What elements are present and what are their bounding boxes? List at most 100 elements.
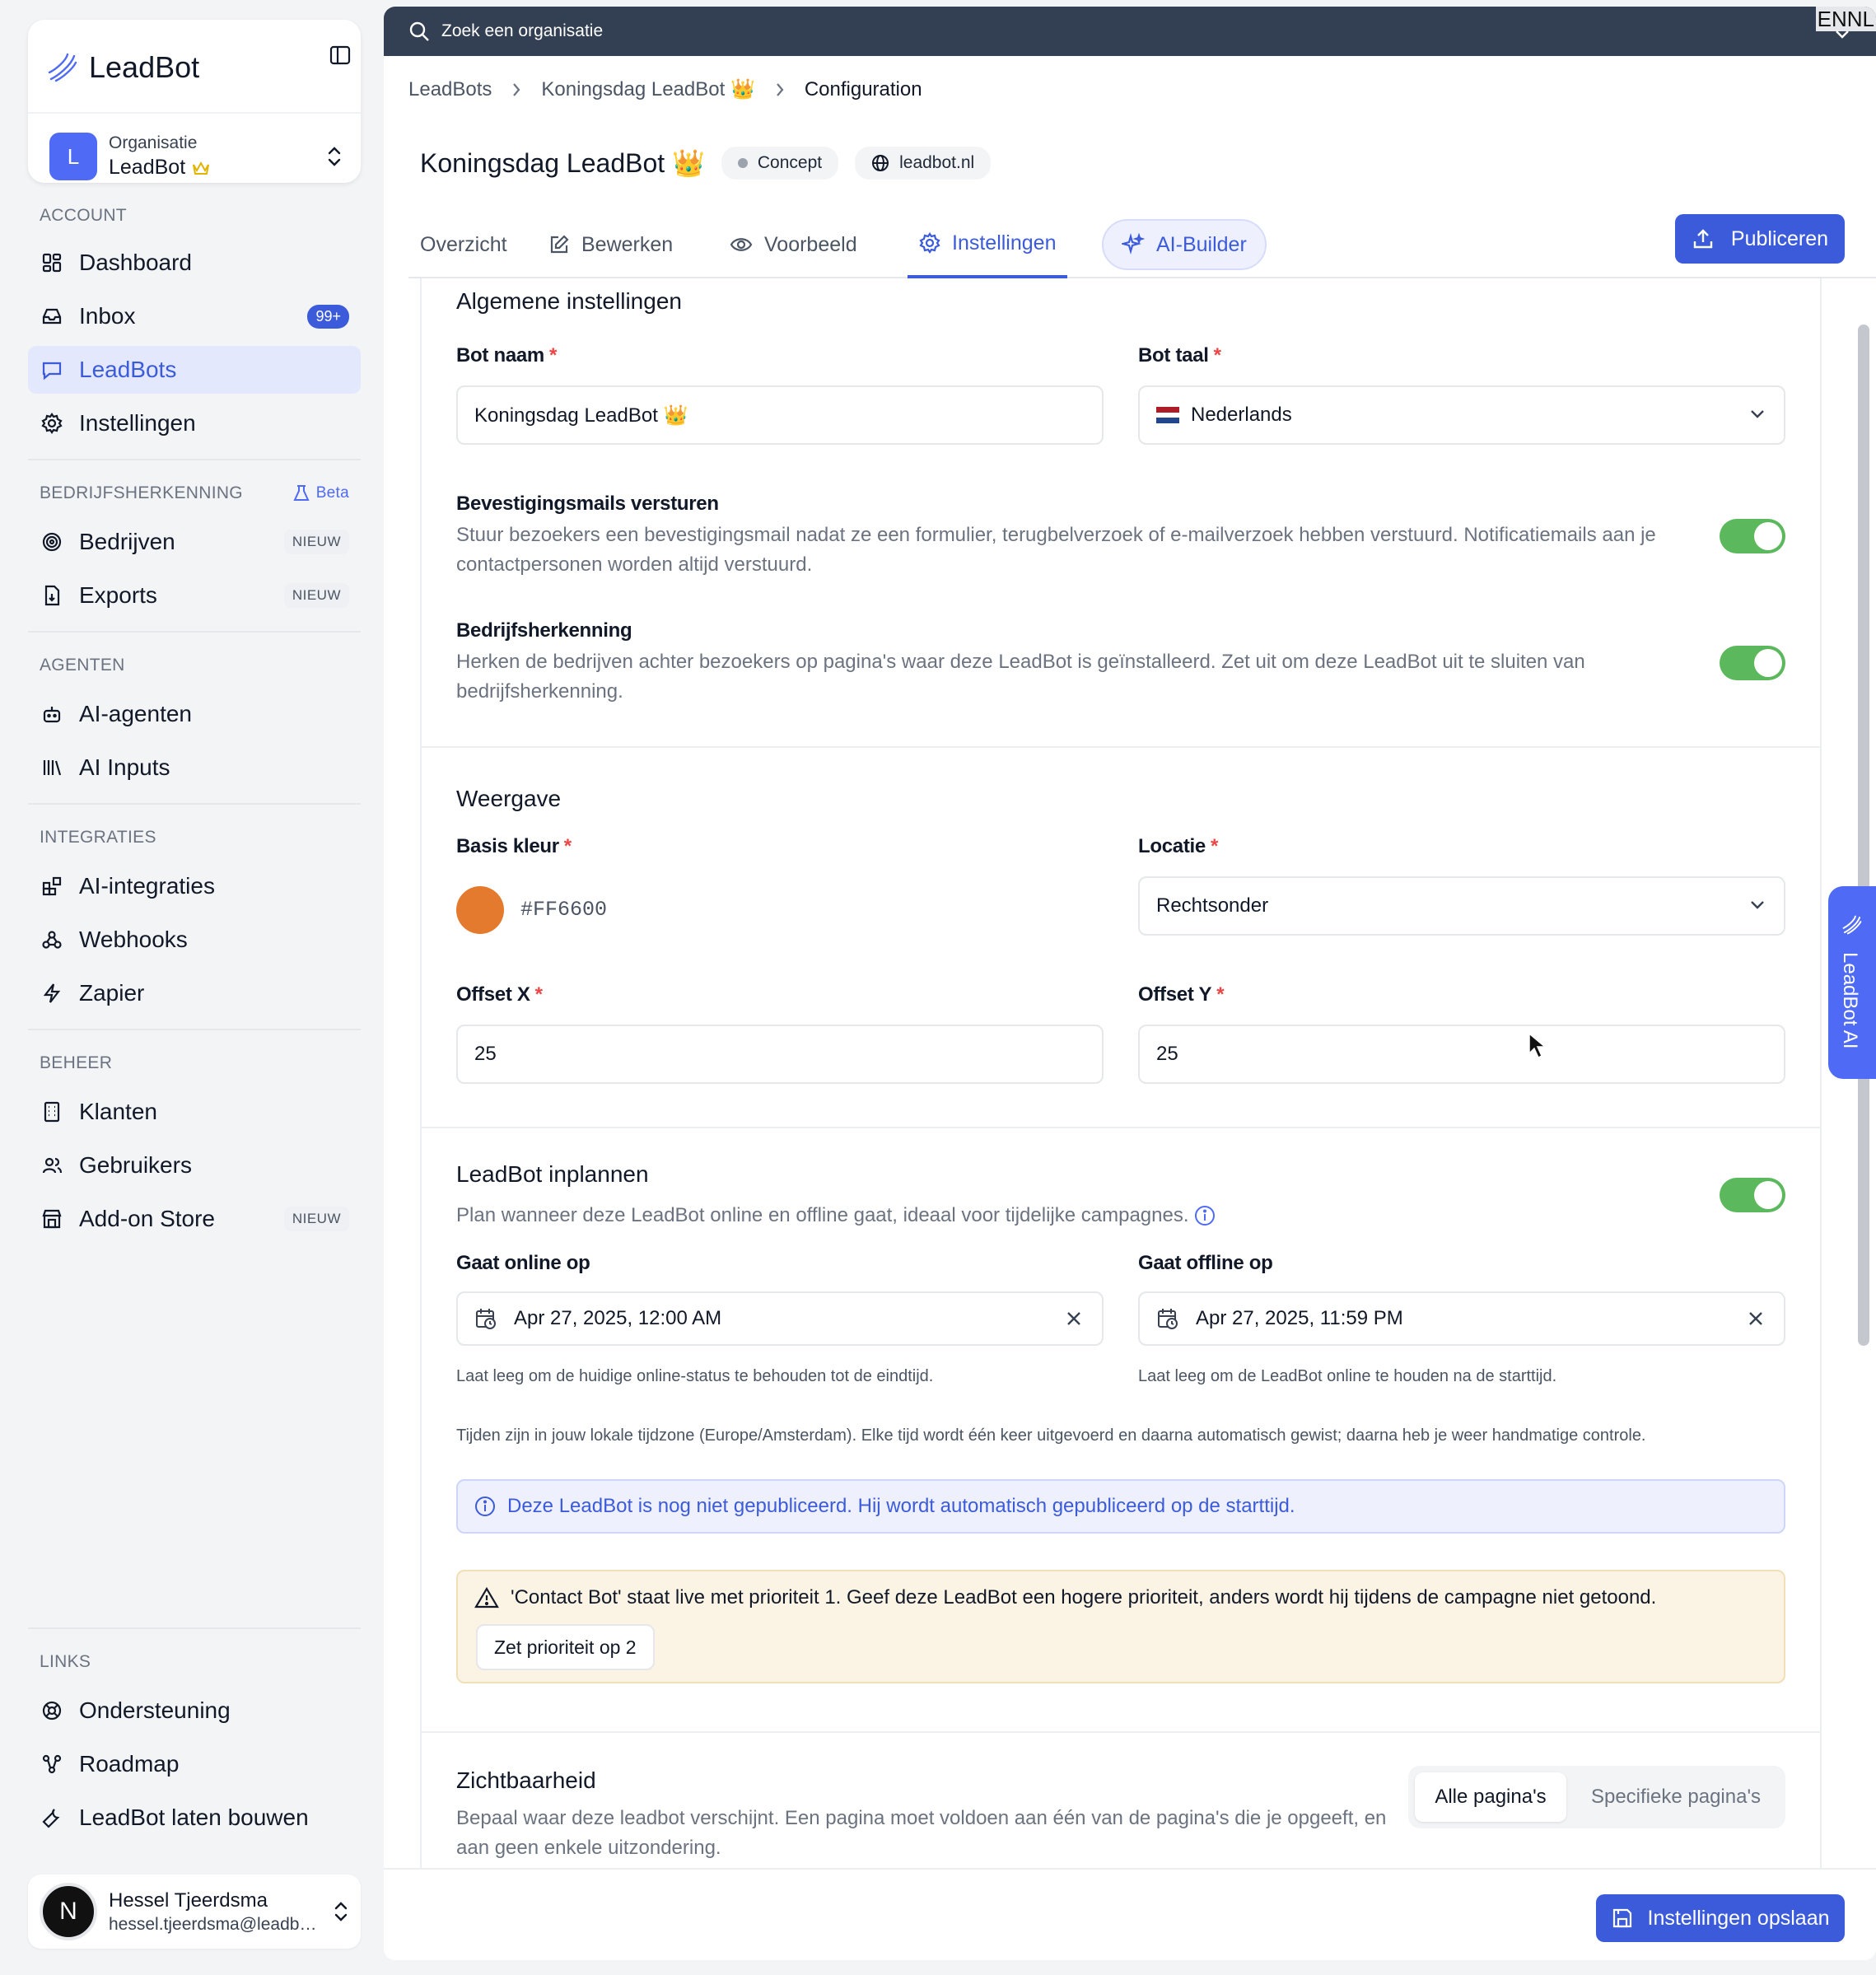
tab-label: Voorbeeld [764, 232, 857, 256]
status-dot [737, 158, 748, 168]
sidebar-item-zapier[interactable]: Zapier [28, 969, 361, 1017]
confirm-mails-toggle[interactable] [1720, 519, 1785, 553]
page-header: Koningsdag LeadBot 👑 Concept leadbot.nl [420, 147, 992, 180]
sidebar-item-bedrijven[interactable]: Bedrijven NIEUW [28, 518, 361, 566]
divider [28, 459, 361, 460]
sidebar-toggle-icon[interactable] [329, 44, 351, 66]
org-switcher[interactable]: L Organisatie LeadBot [49, 130, 343, 183]
calendar-clock-icon [1156, 1307, 1179, 1330]
info-icon[interactable] [1194, 1205, 1216, 1226]
globe-icon [871, 154, 889, 172]
visibility-all-pages[interactable]: Alle pagina's [1415, 1772, 1566, 1822]
sidebar-item-ai-agenten[interactable]: AI-agenten [28, 690, 361, 738]
info-icon [474, 1496, 496, 1517]
datetime-value: Apr 27, 2025, 12:00 AM [514, 1307, 722, 1329]
search-input[interactable]: Zoek een organisatie [441, 21, 603, 41]
sidebar-item-ai-inputs[interactable]: AI Inputs [28, 744, 361, 791]
clear-icon[interactable] [1066, 1310, 1082, 1327]
logo[interactable]: LeadBot [46, 38, 343, 97]
file-export-icon [40, 585, 64, 606]
bot-lang-label: Bot taal * [1138, 344, 1221, 367]
chat-icon [40, 359, 64, 381]
sidebar-item-gebruikers[interactable]: Gebruikers [28, 1142, 361, 1189]
label-text: Bot naam [456, 344, 544, 367]
offset-x-input[interactable]: 25 [456, 1025, 1104, 1084]
chevron-up-down-icon[interactable] [333, 1900, 349, 1923]
section-visibility: Zichtbaarheid Bepaal waar deze leadbot v… [422, 1733, 1820, 1868]
logo-text: LeadBot [89, 50, 200, 84]
location-select[interactable]: Rechtsonder [1138, 876, 1785, 936]
timezone-note: Tijden zijn in jouw lokale tijdzone (Eur… [456, 1426, 1646, 1445]
leadbot-ai-tab[interactable]: LeadBot AI [1828, 886, 1876, 1079]
color-hex-value[interactable]: #FF6600 [520, 898, 607, 922]
desc-line: Herken de bedrijven achter bezoekers op … [456, 651, 1585, 673]
sidebar-item-dashboard[interactable]: Dashboard [28, 239, 361, 287]
roadmap-icon [40, 1753, 64, 1775]
color-swatch[interactable] [456, 886, 504, 934]
status-badge: Concept [721, 147, 839, 180]
sidebar-item-leadbots[interactable]: LeadBots [28, 346, 361, 394]
section-title: Weergave [456, 786, 562, 811]
offset-y-input[interactable]: 25 [1138, 1025, 1785, 1084]
domain-badge[interactable]: leadbot.nl [855, 147, 992, 180]
company-recognition-toggle[interactable] [1720, 646, 1785, 680]
sidebar-item-ondersteuning[interactable]: Ondersteuning [28, 1687, 361, 1735]
sidebar-item-inbox[interactable]: Inbox 99+ [28, 292, 361, 340]
offline-datetime-input[interactable]: Apr 27, 2025, 11:59 PM [1138, 1291, 1785, 1346]
visibility-toggle: Alle pagina's Specifieke pagina's [1408, 1766, 1785, 1828]
sidebar-item-webhooks[interactable]: Webhooks [28, 916, 361, 964]
sidebar-item-label: Dashboard [79, 250, 192, 275]
sidebar-item-addon-store[interactable]: Add-on Store NIEUW [28, 1195, 361, 1243]
netherlands-flag-icon [1156, 407, 1179, 423]
bot-name-input[interactable]: Koningsdag LeadBot 👑 [456, 385, 1104, 445]
language-switcher[interactable]: ENNL [1815, 7, 1876, 31]
publish-button[interactable]: Publiceren [1675, 214, 1845, 264]
sidebar-item-ai-integraties[interactable]: AI-integraties [28, 862, 361, 910]
chevron-down-icon[interactable] [1835, 30, 1850, 40]
desc-line: Plan wanneer deze LeadBot online en offl… [456, 1204, 1189, 1226]
sidebar-item-leadbot-laten-bouwen[interactable]: LeadBot laten bouwen [28, 1794, 361, 1842]
eye-icon [730, 236, 753, 254]
chevron-up-down-icon[interactable] [326, 145, 343, 168]
info-text: Deze LeadBot is nog niet gepubliceerd. H… [507, 1495, 1295, 1517]
sidebar-item-roadmap[interactable]: Roadmap [28, 1740, 361, 1788]
user-menu[interactable]: N Hessel Tjeerdsma hessel.tjeerdsma@lead… [28, 1875, 361, 1949]
sidebar-item-label: AI Inputs [79, 754, 170, 780]
sidebar-item-klanten[interactable]: Klanten [28, 1088, 361, 1136]
tab-label: Bewerken [581, 232, 674, 256]
section-display: Weergave Basis kleur * #FF6600 Locatie * R… [422, 748, 1820, 1127]
divider [28, 112, 361, 114]
confirm-mails-title: Bevestigingsmails versturen [456, 493, 719, 515]
nav-heading-account: ACCOUNT [40, 206, 127, 225]
scrollbar-thumb[interactable] [1858, 324, 1869, 1346]
clear-icon[interactable] [1748, 1310, 1764, 1327]
beta-badge: Beta [293, 484, 349, 502]
tab-ai-builder[interactable]: AI-Builder [1102, 219, 1267, 270]
priority-warning: 'Contact Bot' staat live met prioriteit … [456, 1570, 1785, 1683]
bot-lang-select[interactable]: Nederlands [1138, 385, 1785, 445]
tab-instellingen[interactable]: Instellingen [908, 211, 1068, 278]
tab-voorbeeld[interactable]: Voorbeeld [730, 211, 857, 278]
library-icon [40, 757, 64, 778]
desc-line: Stuur bezoekers een bevestigingsmail nad… [456, 524, 1656, 546]
visibility-specific-pages[interactable]: Specifieke pagina's [1573, 1772, 1779, 1822]
required-marker: * [1213, 344, 1221, 367]
set-priority-button[interactable]: Zet prioriteit op 2 [476, 1624, 655, 1670]
tab-bewerken[interactable]: Bewerken [548, 211, 673, 278]
tab-overzicht[interactable]: Overzicht [420, 211, 507, 278]
save-settings-button[interactable]: Instellingen opslaan [1596, 1894, 1845, 1942]
topbar: Zoek een organisatie ENNL [384, 7, 1876, 56]
nav-heading-agenten: AGENTEN [40, 656, 125, 675]
sidebar-item-exports[interactable]: Exports NIEUW [28, 572, 361, 619]
online-datetime-input[interactable]: Apr 27, 2025, 12:00 AM [456, 1291, 1104, 1346]
label-text: Locatie [1138, 835, 1206, 857]
company-recognition-title: Bedrijfsherkenning [456, 619, 632, 642]
required-marker: * [534, 983, 543, 1006]
schedule-toggle[interactable] [1720, 1178, 1785, 1212]
nav-heading-label: BEDRIJFSHERKENNING [40, 483, 243, 502]
breadcrumb-leadbots[interactable]: LeadBots [408, 78, 492, 101]
sidebar-item-instellingen[interactable]: Instellingen [28, 399, 361, 447]
section-title: LeadBot inplannen [456, 1161, 649, 1187]
breadcrumb-bot[interactable]: Koningsdag LeadBot 👑 [541, 77, 754, 101]
status-label: Concept [757, 153, 823, 172]
